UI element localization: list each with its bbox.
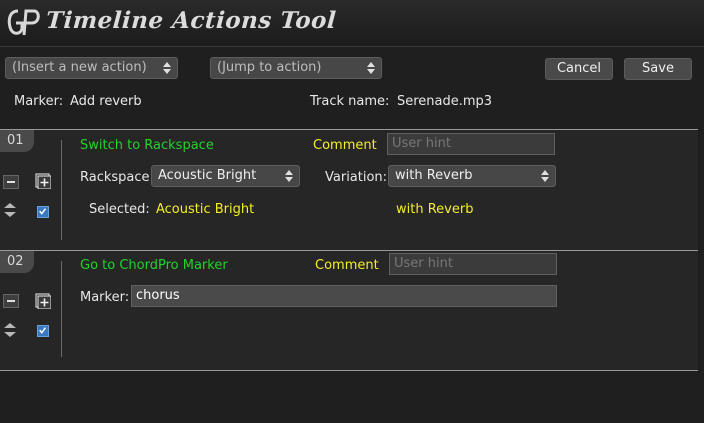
cancel-button[interactable]: Cancel [545,58,613,80]
action-title: Switch to Rackspace [80,138,214,153]
app-logo-icon [7,9,40,36]
updown-arrows-icon [285,170,293,182]
jump-to-action-dropdown[interactable]: (Jump to action) [210,57,382,79]
comment-label: Comment [313,138,377,153]
marker-input[interactable]: chorus [131,285,557,307]
comment-label: Comment [315,258,379,273]
updown-arrows-icon [163,62,171,74]
selected-variation: with Reverb [396,202,474,217]
checkbox-checked-icon [39,327,47,334]
action-number: 02 [0,251,34,273]
insert-action-label: (Insert a new action) [12,60,147,75]
checkbox-checked-icon [39,208,47,215]
rackspace-dropdown[interactable]: Acoustic Bright [151,165,300,187]
action-divider [61,140,62,240]
jump-to-action-label: (Jump to action) [217,60,322,75]
action-block: 01 Switch to Rackspace Comment User hint… [0,129,698,250]
remove-action-button[interactable] [3,294,19,308]
selected-label: Selected: [89,202,150,217]
move-updown-icon[interactable] [3,322,17,338]
enable-checkbox[interactable] [37,206,49,218]
updown-arrows-icon [541,170,549,182]
remove-action-button[interactable] [3,175,19,189]
track-name-label: Track name: [310,94,390,109]
insert-action-dropdown[interactable]: (Insert a new action) [5,57,178,79]
marker-label: Marker: [80,290,130,305]
bottom-divider [0,370,698,371]
add-icon[interactable] [35,173,51,189]
rackspace-value: Acoustic Bright [158,168,257,183]
track-name-value: Serenade.mp3 [397,94,493,109]
save-button[interactable]: Save [624,58,692,80]
rackspace-label: Rackspace: [80,170,154,185]
action-title: Go to ChordPro Marker [80,258,228,273]
enable-checkbox[interactable] [37,325,49,337]
comment-input[interactable]: User hint [387,133,555,155]
variation-label: Variation: [325,170,388,185]
variation-value: with Reverb [395,168,473,183]
add-icon[interactable] [35,293,51,309]
action-number: 01 [0,130,34,152]
action-block: 02 Go to ChordPro Marker Comment User hi… [0,250,698,371]
updown-arrows-icon [367,62,375,74]
move-updown-icon[interactable] [3,202,17,218]
marker-info-value: Add reverb [70,94,142,109]
comment-input[interactable]: User hint [389,253,557,275]
action-divider [61,261,62,357]
title-bar: Timeline Actions Tool [0,0,704,47]
app-title: Timeline Actions Tool [45,7,338,34]
marker-info-label: Marker: [14,94,64,109]
selected-rackspace: Acoustic Bright [156,202,255,217]
variation-dropdown[interactable]: with Reverb [388,165,556,187]
